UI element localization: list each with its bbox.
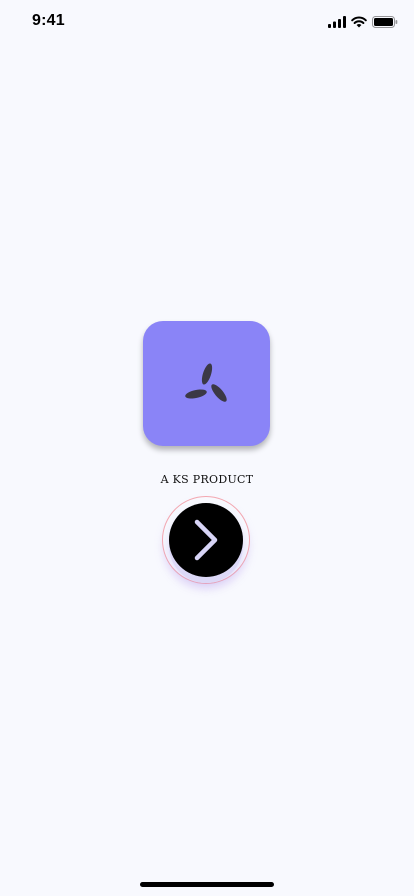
next-button[interactable]: [169, 503, 243, 577]
cellular-signal-icon: [328, 16, 346, 28]
app-logo-tile: [143, 321, 270, 446]
chevron-right-icon: [194, 519, 218, 561]
battery-icon: [372, 16, 398, 28]
tagline: A KS PRODUCT: [160, 473, 254, 486]
status-time: 9:41: [32, 12, 65, 29]
three-petal-logo-icon: [184, 362, 227, 402]
wifi-icon: [351, 16, 367, 28]
status-bar: 9:41: [0, 0, 414, 44]
home-indicator[interactable]: [140, 882, 274, 887]
status-icons: [328, 15, 398, 29]
